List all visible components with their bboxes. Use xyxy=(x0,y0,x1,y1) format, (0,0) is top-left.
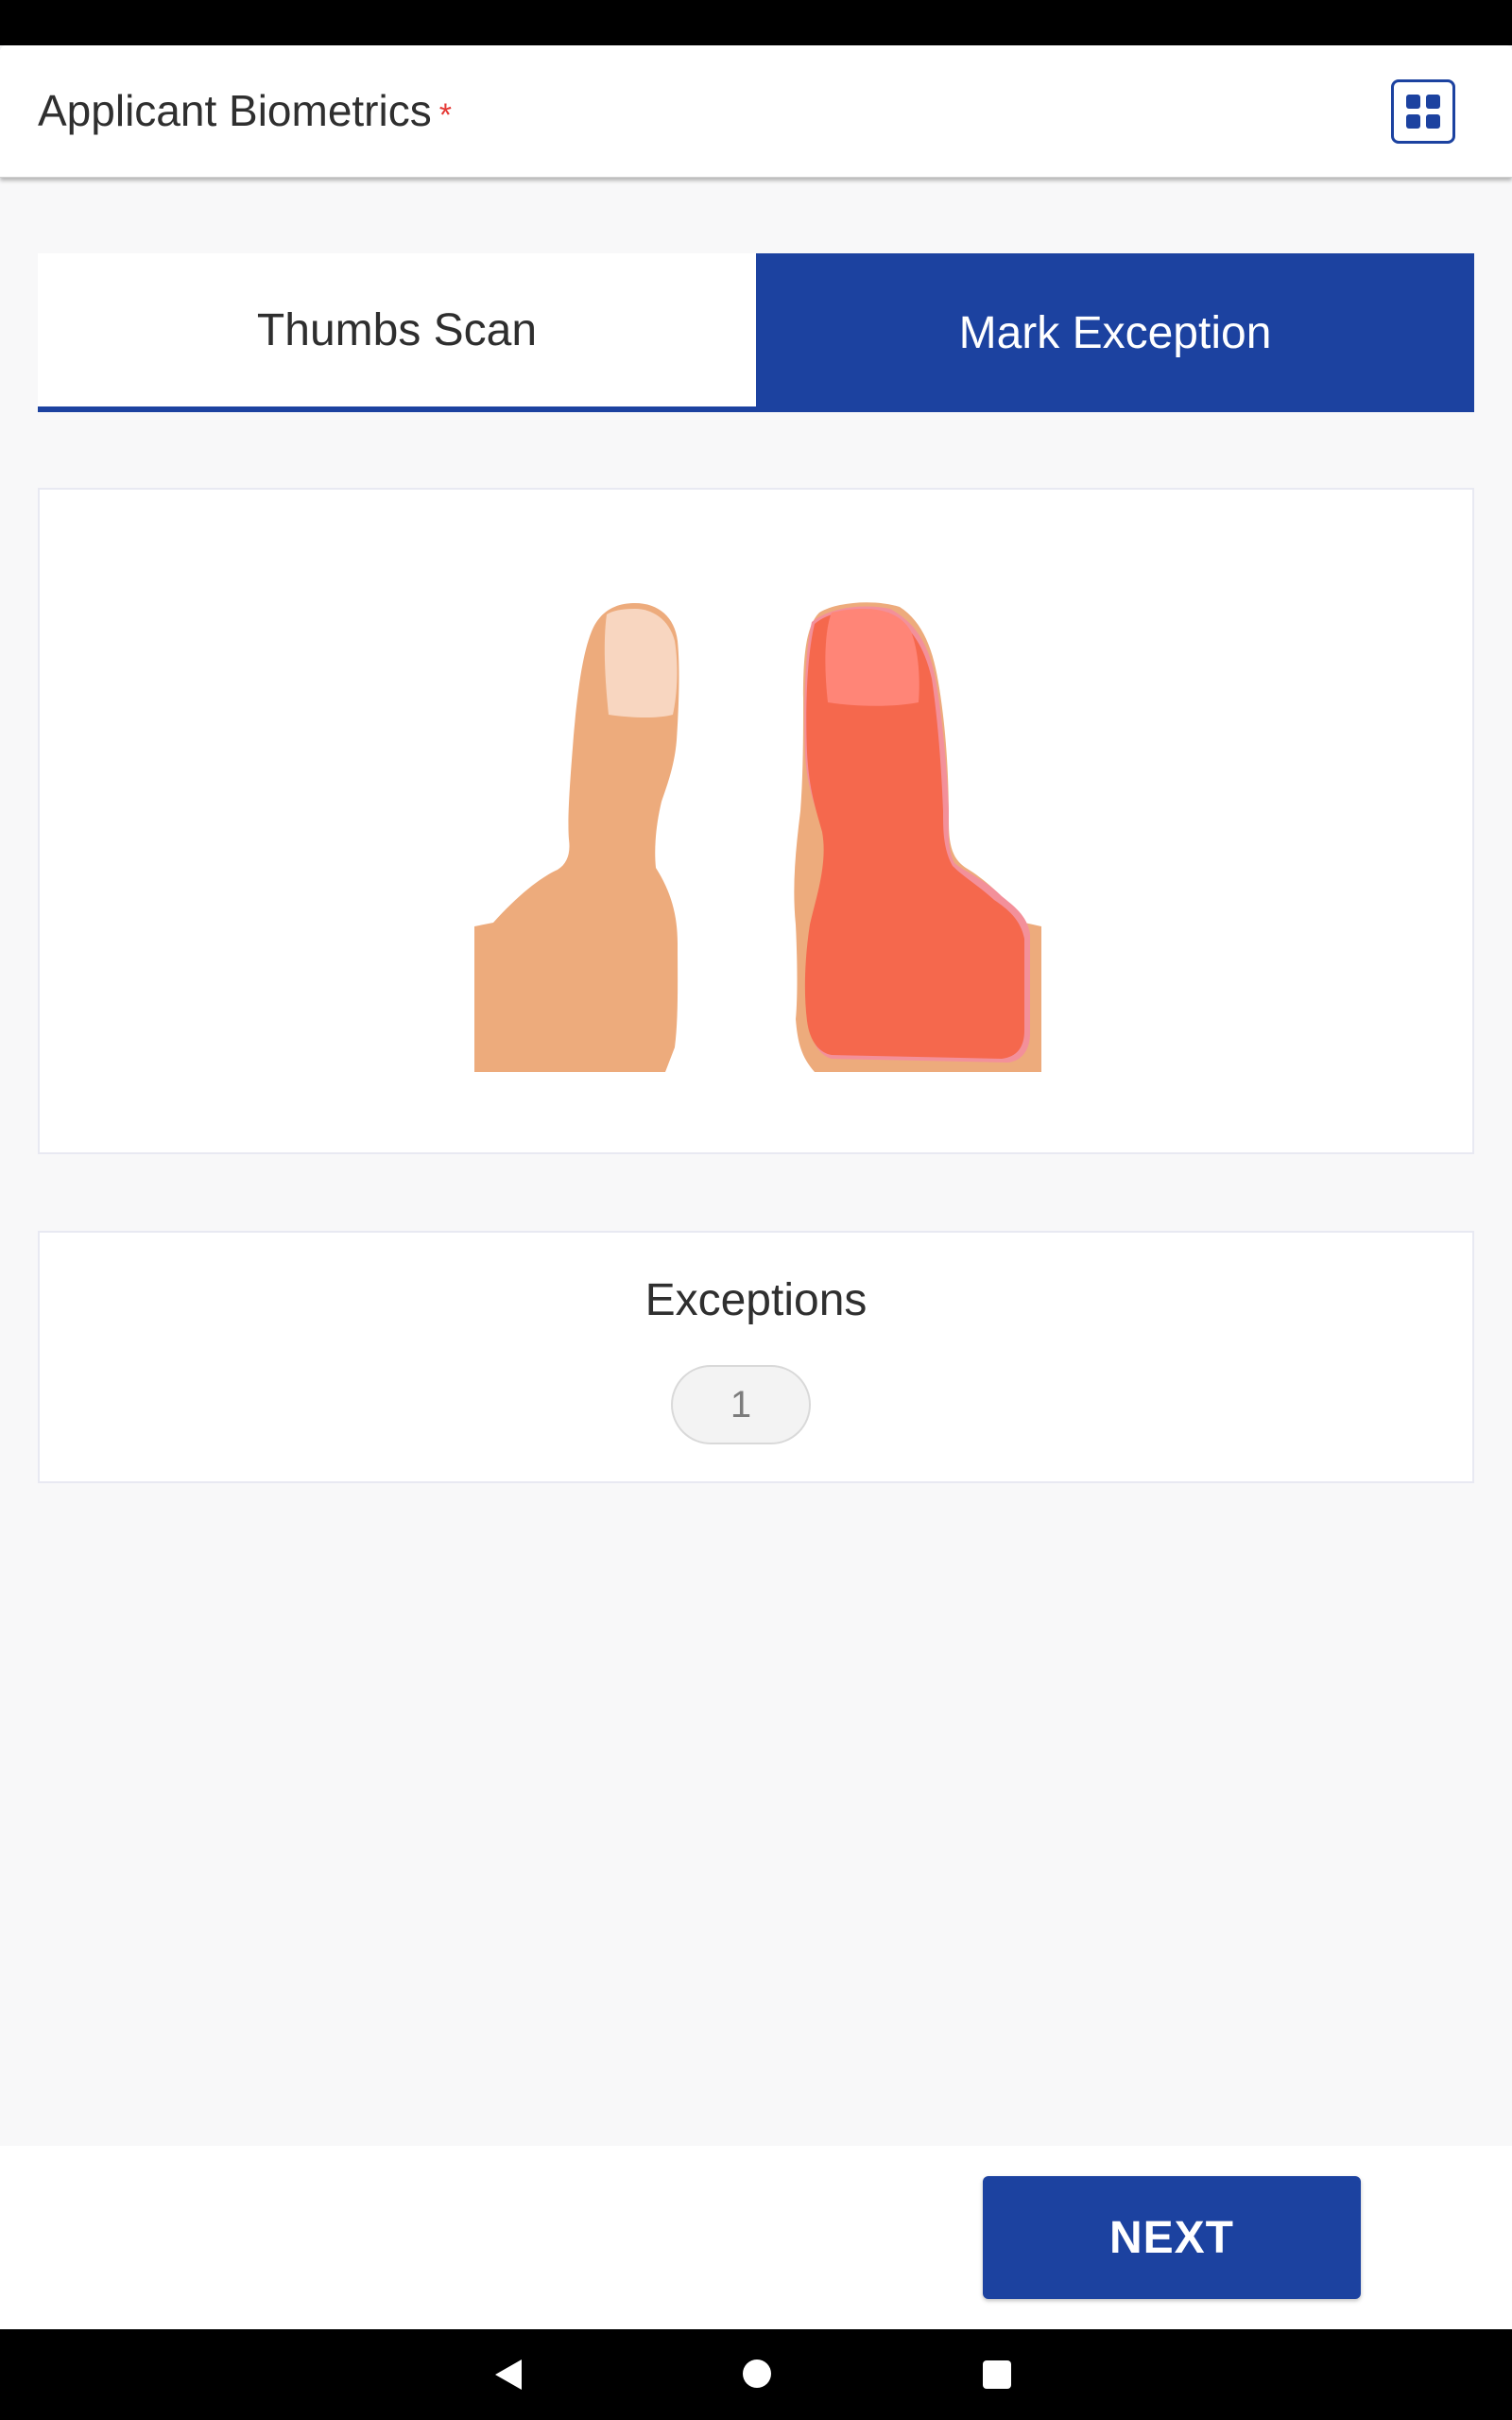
tab-thumbs-scan[interactable]: Thumbs Scan xyxy=(38,253,756,412)
biometric-tabs: Thumbs Scan Mark Exception xyxy=(38,253,1474,412)
thumbs-illustration xyxy=(474,602,1041,1072)
page-title-text: Applicant Biometrics xyxy=(38,86,432,135)
tab-thumbs-scan-label: Thumbs Scan xyxy=(256,304,538,355)
exception-count-badge[interactable]: 1 xyxy=(671,1365,811,1444)
home-icon[interactable] xyxy=(743,2360,771,2388)
bottom-action-bar: NEXT xyxy=(0,2146,1512,2329)
thumbs-image-card xyxy=(38,488,1474,1154)
status-bar xyxy=(0,0,1512,45)
page-title: Applicant Biometrics * xyxy=(38,85,452,136)
required-indicator: * xyxy=(438,97,452,133)
system-navigation-bar xyxy=(0,2329,1512,2420)
exceptions-card: Exceptions 1 xyxy=(38,1231,1474,1483)
recent-apps-icon[interactable] xyxy=(983,2360,1011,2389)
tab-mark-exception[interactable]: Mark Exception xyxy=(756,253,1474,412)
grid-icon xyxy=(1406,95,1440,129)
back-icon[interactable] xyxy=(495,2360,522,2390)
exceptions-title: Exceptions xyxy=(644,1275,868,1325)
grid-menu-button[interactable] xyxy=(1391,79,1455,144)
left-thumb[interactable] xyxy=(474,603,679,1072)
right-thumb[interactable] xyxy=(794,602,1041,1072)
app-header: Applicant Biometrics * xyxy=(0,45,1512,178)
next-button[interactable]: NEXT xyxy=(983,2176,1361,2299)
tab-mark-exception-label: Mark Exception xyxy=(958,307,1272,358)
